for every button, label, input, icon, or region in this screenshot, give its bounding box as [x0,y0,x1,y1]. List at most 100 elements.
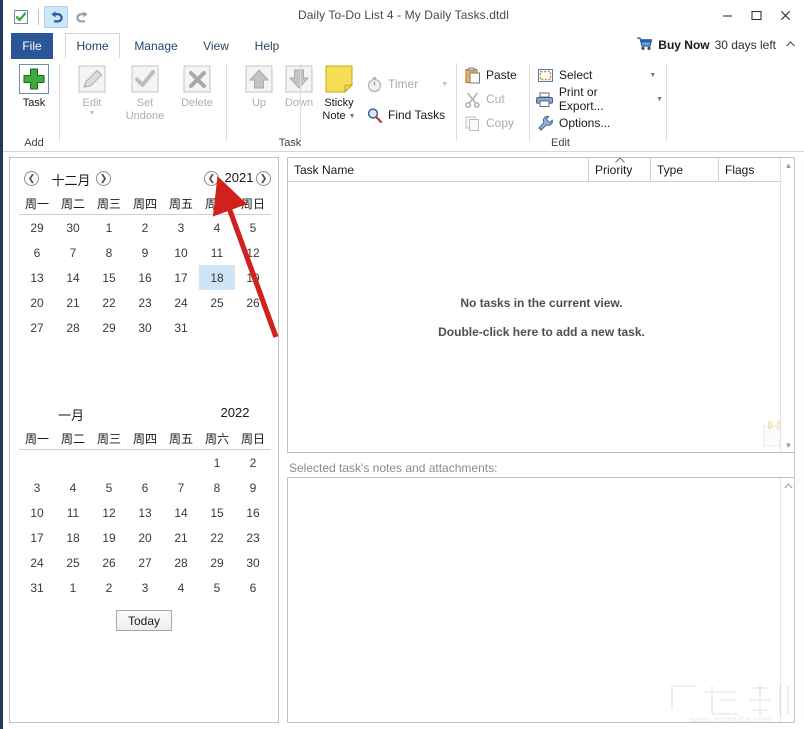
year-next-button[interactable]: ❯ [256,171,271,186]
day-cell[interactable]: 3 [127,575,163,600]
day-cell[interactable]: 29 [199,550,235,575]
day-cell[interactable]: 14 [163,500,199,525]
delete-task-button[interactable]: Delete [170,61,224,110]
day-cell[interactable]: 8 [91,240,127,265]
day-cell[interactable]: 10 [163,240,199,265]
minimize-button[interactable] [713,2,742,28]
print-export-button[interactable]: Print or Export... ▼ [536,85,663,113]
day-cell[interactable]: 2 [127,215,163,241]
day-cell[interactable]: 13 [127,500,163,525]
day-cell[interactable]: 6 [127,475,163,500]
year-label-dec[interactable]: 2021 [220,170,258,185]
column-flags[interactable]: Flags [718,158,781,181]
timer-button[interactable]: Timer ▼ [365,73,448,95]
day-cell[interactable]: 5 [91,475,127,500]
month-label-dec[interactable]: 十二月 [40,170,102,189]
day-cell[interactable]: 25 [55,550,91,575]
day-cell[interactable]: 26 [235,290,271,315]
tab-manage[interactable]: Manage [127,33,185,59]
print-export-caret-icon[interactable]: ▼ [656,96,663,103]
day-cell[interactable]: 17 [19,525,55,550]
day-cell[interactable]: 21 [163,525,199,550]
day-cell[interactable]: 6 [19,240,55,265]
day-cell[interactable]: 4 [199,215,235,241]
set-undone-button[interactable]: Set Undone [118,61,172,123]
day-cell[interactable]: 11 [199,240,235,265]
notes-scrollbar[interactable] [780,478,795,722]
day-cell[interactable]: 9 [127,240,163,265]
day-cell[interactable] [19,450,55,476]
day-cell[interactable]: 7 [163,475,199,500]
day-cell[interactable]: 28 [163,550,199,575]
find-tasks-button[interactable]: Find Tasks [365,104,445,126]
day-cell[interactable] [127,450,163,476]
sticky-note-caret-icon[interactable]: ▼ [349,113,356,120]
month-label-jan[interactable]: 一月 [40,405,102,424]
day-cell[interactable]: 20 [19,290,55,315]
right-side-panel-strip[interactable] [794,157,804,723]
day-cell[interactable] [235,315,271,340]
close-button[interactable] [771,2,800,28]
copy-button[interactable]: Copy [463,112,514,134]
day-cell[interactable]: 1 [199,450,235,476]
day-cell[interactable]: 28 [55,315,91,340]
day-cell[interactable]: 18 [55,525,91,550]
day-cell[interactable]: 17 [163,265,199,290]
add-task-button[interactable]: Task [7,61,61,110]
paste-button[interactable]: Paste [463,64,517,86]
day-cell-selected[interactable]: 18 [199,265,235,290]
month-next-button[interactable]: ❯ [96,171,111,186]
day-cell[interactable]: 8 [199,475,235,500]
timer-caret-icon[interactable]: ▼ [441,81,448,88]
day-cell[interactable]: 24 [163,290,199,315]
day-cell[interactable]: 31 [19,575,55,600]
day-cell[interactable]: 26 [91,550,127,575]
day-cell[interactable]: 30 [127,315,163,340]
day-cell[interactable]: 1 [91,215,127,241]
day-cell[interactable] [91,450,127,476]
cut-button[interactable]: Cut [463,88,505,110]
day-cell[interactable]: 2 [235,450,271,476]
month-prev-button[interactable]: ❮ [24,171,39,186]
day-cell[interactable]: 21 [55,290,91,315]
day-cell[interactable] [199,315,235,340]
day-cell[interactable]: 2 [91,575,127,600]
day-cell[interactable]: 24 [19,550,55,575]
day-cell[interactable]: 4 [55,475,91,500]
day-cell[interactable] [55,450,91,476]
day-cell[interactable]: 5 [235,215,271,241]
calendar-grid-dec[interactable]: 周一 周二 周三 周四 周五 周六 周日 29 30 1 2 3 4 5 6 7… [19,192,271,340]
chevron-up-icon[interactable] [785,39,796,51]
day-cell[interactable]: 27 [127,550,163,575]
day-cell[interactable]: 22 [199,525,235,550]
column-type[interactable]: Type [650,158,718,181]
calendar-grid-jan[interactable]: 周一 周二 周三 周四 周五 周六 周日 1 2 3 4 5 6 7 8 9 1… [19,427,271,600]
day-cell[interactable]: 10 [19,500,55,525]
day-cell[interactable]: 30 [55,215,91,241]
day-cell[interactable]: 19 [91,525,127,550]
notes-panel[interactable] [287,477,796,723]
day-cell[interactable]: 20 [127,525,163,550]
day-cell[interactable]: 23 [127,290,163,315]
sticky-note-button[interactable]: Sticky Note ▼ [310,61,368,123]
tab-file[interactable]: File [11,33,53,59]
task-list-scrollbar[interactable]: ▲ ▼ [780,158,795,452]
select-caret-icon[interactable]: ▼ [649,72,656,79]
day-cell[interactable]: 14 [55,265,91,290]
column-priority[interactable]: Priority [588,158,650,181]
edit-task-button[interactable]: Edit ▼ [65,61,119,117]
day-cell[interactable]: 22 [91,290,127,315]
day-cell[interactable]: 30 [235,550,271,575]
day-cell[interactable]: 6 [235,575,271,600]
day-cell[interactable]: 4 [163,575,199,600]
day-cell[interactable]: 7 [55,240,91,265]
day-cell[interactable]: 1 [55,575,91,600]
year-label-jan[interactable]: 2022 [214,405,256,420]
tab-help[interactable]: Help [245,33,289,59]
day-cell[interactable]: 15 [199,500,235,525]
day-cell[interactable]: 31 [163,315,199,340]
select-button[interactable]: Select ▼ [536,64,656,86]
day-cell[interactable]: 13 [19,265,55,290]
buy-now-link[interactable]: Buy Now [658,38,709,52]
day-cell[interactable]: 29 [91,315,127,340]
